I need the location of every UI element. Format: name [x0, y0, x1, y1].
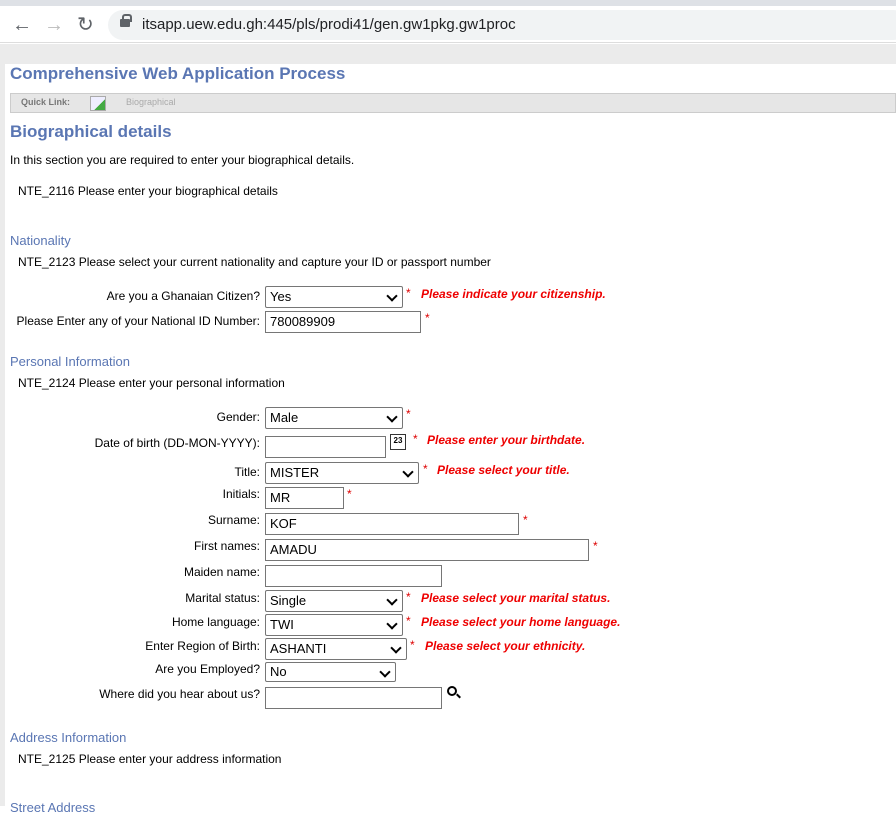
label-initials: Initials: [222, 487, 260, 501]
title-error: Please select your title. [437, 463, 570, 477]
label-national-id: Please Enter any of your National ID Num… [16, 314, 260, 328]
quick-link-bar: Quick Link: Biographical [10, 93, 896, 113]
label-region: Enter Region of Birth: [145, 639, 260, 653]
row-first-names: First names: AMADU * [5, 539, 896, 561]
row-title: Title: MISTER * Please select your title… [5, 462, 896, 484]
row-national-id: Please Enter any of your National ID Num… [5, 311, 896, 333]
label-employed: Are you Employed? [155, 662, 260, 676]
dob-input[interactable] [265, 436, 386, 458]
employed-select[interactable]: No [265, 662, 396, 682]
row-employed: Are you Employed? No [5, 662, 896, 684]
section-street-address: Street Address [10, 800, 96, 815]
reload-icon[interactable]: ↻ [77, 15, 94, 35]
row-region: Enter Region of Birth: ASHANTI * Please … [5, 638, 896, 660]
address-bar[interactable]: itsapp.uew.edu.gh:445/pls/prodi41/gen.gw… [108, 10, 896, 40]
row-dob: Date of birth (DD-MON-YYYY): 23 * Please… [5, 432, 896, 458]
marital-select[interactable]: Single [265, 590, 403, 612]
back-icon[interactable]: ← [12, 15, 32, 35]
label-title: Title: [234, 465, 260, 479]
app-title: Comprehensive Web Application Process [10, 64, 346, 83]
url-text: itsapp.uew.edu.gh:445/pls/prodi41/gen.gw… [142, 16, 516, 33]
surname-input[interactable]: KOF [265, 513, 519, 535]
label-gender: Gender: [216, 410, 260, 424]
title-select[interactable]: MISTER [265, 462, 419, 484]
label-citizen: Are you a Ghanaian Citizen? [106, 289, 260, 303]
row-initials: Initials: MR * [5, 487, 896, 509]
quick-link-label: Quick Link: [21, 97, 71, 107]
calendar-icon[interactable]: 23 [390, 434, 406, 450]
section-address: Address Information [10, 730, 127, 745]
search-icon[interactable] [447, 686, 457, 696]
content: Comprehensive Web Application Process Qu… [5, 64, 896, 815]
national-id-input[interactable]: 780089909 [265, 311, 421, 333]
marital-error: Please select your marital status. [421, 591, 611, 605]
first-names-input[interactable]: AMADU [265, 539, 589, 561]
section-nationality: Nationality [10, 233, 71, 248]
intro-text: In this section you are required to ente… [10, 153, 355, 167]
page-title: Biographical details [10, 122, 172, 141]
region-select[interactable]: ASHANTI [265, 638, 407, 660]
note-main: NTE_2116 Please enter your biographical … [18, 184, 278, 198]
citizen-select[interactable]: Yes [265, 286, 403, 308]
browser-toolbar: ← → ↻ itsapp.uew.edu.gh:445/pls/prodi41/… [0, 6, 896, 43]
required-mark: * [406, 614, 411, 628]
required-mark: * [413, 432, 418, 446]
label-marital: Marital status: [185, 591, 260, 605]
home-language-error: Please select your home language. [421, 615, 621, 629]
required-mark: * [523, 513, 528, 527]
section-personal: Personal Information [10, 354, 130, 369]
quick-link-biographical[interactable]: Biographical [126, 97, 176, 107]
label-maiden: Maiden name: [183, 565, 260, 579]
dob-error: Please enter your birthdate. [427, 433, 586, 447]
label-surname: Surname: [207, 513, 260, 527]
required-mark: * [347, 487, 352, 501]
required-mark: * [406, 286, 411, 300]
required-mark: * [406, 407, 411, 421]
forward-icon[interactable]: → [44, 15, 64, 35]
label-hear: Where did you hear about us? [99, 687, 260, 701]
region-error: Please select your ethnicity. [425, 639, 586, 653]
page: Comprehensive Web Application Process Qu… [0, 44, 896, 815]
required-mark: * [406, 590, 411, 604]
home-language-select[interactable]: TWI [265, 614, 403, 636]
required-mark: * [593, 539, 598, 553]
row-surname: Surname: KOF * [5, 513, 896, 535]
lock-icon [120, 14, 132, 27]
label-first-names: First names: [193, 539, 260, 553]
row-gender: Gender: Male * [5, 407, 896, 429]
note-nationality: NTE_2123 Please select your current nati… [18, 255, 491, 269]
required-mark: * [423, 462, 428, 476]
maiden-input[interactable] [265, 565, 442, 587]
required-mark: * [425, 311, 430, 325]
row-citizen: Are you a Ghanaian Citizen? Yes * Please… [5, 286, 896, 308]
broken-image-icon[interactable] [90, 96, 106, 111]
gender-select[interactable]: Male [265, 407, 403, 429]
note-personal: NTE_2124 Please enter your personal info… [18, 376, 285, 390]
label-dob: Date of birth (DD-MON-YYYY): [94, 436, 260, 450]
citizen-error: Please indicate your citizenship. [421, 287, 606, 301]
row-hear: Where did you hear about us? [5, 686, 896, 709]
row-marital: Marital status: Single * Please select y… [5, 590, 896, 612]
required-mark: * [410, 638, 415, 652]
row-home-language: Home language: TWI * Please select your … [5, 614, 896, 636]
label-home-language: Home language: [171, 615, 260, 629]
row-maiden: Maiden name: [5, 565, 896, 587]
note-address: NTE_2125 Please enter your address infor… [18, 752, 282, 766]
hear-input[interactable] [265, 687, 442, 709]
initials-input[interactable]: MR [265, 487, 344, 509]
